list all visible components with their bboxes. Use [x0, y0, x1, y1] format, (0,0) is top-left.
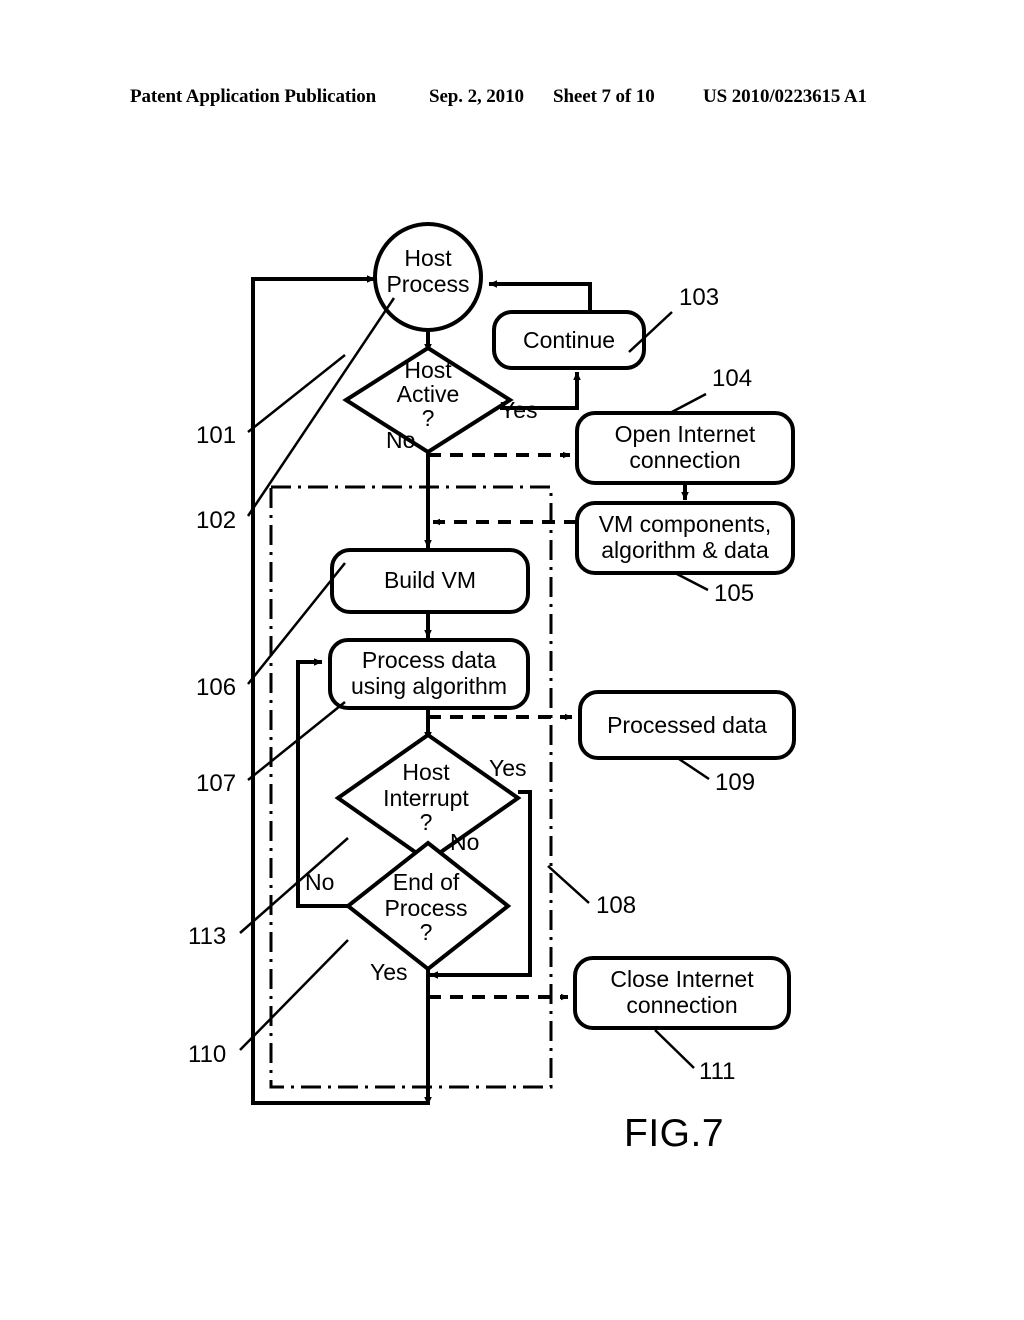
reference-110: 110 [188, 939, 349, 1068]
host-interrupt-label-line3: ? [420, 809, 433, 835]
end-of-process-label-line2: Process [384, 895, 467, 921]
node-end-of-process: End of Process ? [344, 840, 512, 972]
edge-label-host-interrupt-no: No [450, 829, 479, 855]
reference-102: 102 [196, 297, 396, 534]
close-internet-label-line1: Close Internet [610, 966, 754, 992]
ref-108-label: 108 [596, 892, 636, 919]
reference-109: 109 [678, 757, 755, 796]
processed-data-label: Processed data [607, 712, 767, 738]
ref-101-label: 101 [196, 422, 236, 449]
host-active-label-line3: ? [422, 405, 435, 431]
host-active-label-line1: Host [404, 357, 452, 383]
figure-caption: FIG.7 [624, 1112, 725, 1155]
node-close-internet: Close Internet connection [573, 956, 791, 1030]
ref-102-label: 102 [196, 507, 236, 534]
node-open-internet: Open Internet connection [575, 411, 795, 485]
ref-107-label: 107 [196, 770, 236, 797]
ref-109-label: 109 [715, 769, 755, 796]
ref-103-label: 103 [679, 284, 719, 311]
node-processed-data: Processed data [578, 690, 796, 760]
host-interrupt-label-line1: Host [402, 759, 450, 785]
continue-label: Continue [523, 327, 615, 353]
vm-components-label-line2: algorithm & data [601, 537, 769, 563]
end-of-process-label-line1: End of [393, 869, 460, 895]
ref-111-label: 111 [699, 1058, 735, 1085]
host-process-label-line1: Host [404, 245, 452, 271]
vm-components-label-line1: VM components, [599, 511, 772, 537]
reference-104: 104 [669, 365, 752, 415]
edge-label-host-active-no: No [386, 427, 415, 453]
reference-108: 108 [547, 865, 636, 919]
edge-label-end-of-process-yes: Yes [370, 959, 408, 985]
host-process-label-line2: Process [386, 271, 469, 297]
node-host-process: Host Process [373, 222, 483, 332]
process-data-label-line1: Process data [362, 647, 496, 673]
flowchart-diagram: Host Process Host Active ? Yes No Contin… [188, 222, 796, 1106]
ref-105-label: 105 [714, 580, 754, 607]
ref-104-label: 104 [712, 365, 752, 392]
node-build-vm: Build VM [330, 548, 530, 614]
ref-113-label: 113 [188, 923, 226, 950]
node-continue: Continue [492, 310, 646, 370]
open-internet-label-line1: Open Internet [615, 421, 756, 447]
host-active-label-line2: Active [397, 381, 460, 407]
edge-label-host-interrupt-yes: Yes [489, 755, 527, 781]
reference-105: 105 [676, 572, 754, 607]
end-of-process-label-line3: ? [420, 919, 433, 945]
node-process-data: Process data using algorithm [328, 638, 530, 710]
open-internet-label-line2: connection [629, 447, 740, 473]
node-vm-components: VM components, algorithm & data [575, 501, 795, 575]
reference-111: 111 [654, 1029, 735, 1085]
reference-101: 101 [196, 354, 346, 449]
patent-figure-page: Patent Application Publication Sep. 2, 2… [0, 0, 1024, 1320]
ref-106-label: 106 [196, 674, 236, 701]
edge-continue-to-hostprocess [488, 280, 592, 312]
ref-110-label: 110 [188, 1041, 226, 1068]
host-interrupt-label-line2: Interrupt [383, 785, 469, 811]
close-internet-label-line2: connection [626, 992, 737, 1018]
process-data-label-line2: using algorithm [351, 673, 507, 699]
build-vm-label: Build VM [384, 567, 476, 593]
node-host-active: Host Active ? [342, 345, 514, 455]
